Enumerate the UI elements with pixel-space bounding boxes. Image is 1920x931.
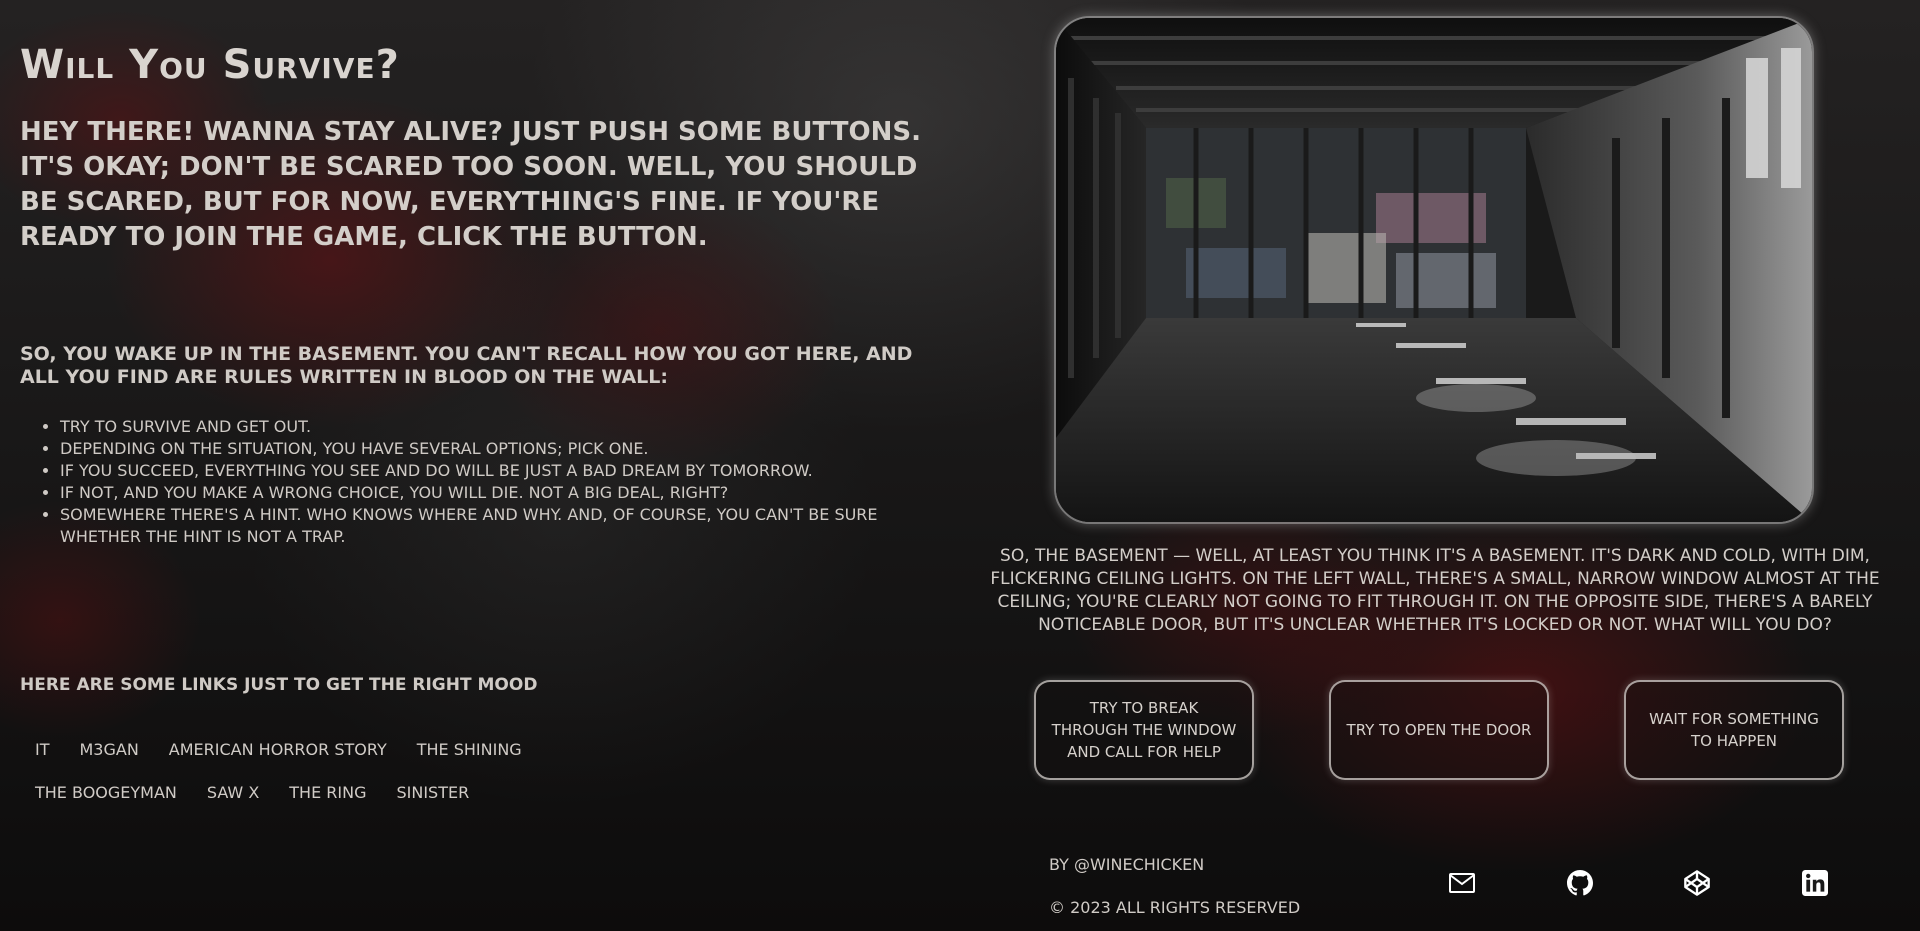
rule-item: Somewhere there's a hint. Who knows wher… — [60, 504, 940, 548]
links-heading: Here are some links just to get the righ… — [20, 675, 538, 695]
linkedin-icon[interactable] — [1800, 868, 1830, 898]
rule-item: If you succeed, everything you see and d… — [60, 460, 940, 482]
link-saw-x[interactable]: Saw X — [207, 783, 259, 802]
movie-links: It M3GAN American Horror Story The Shini… — [20, 728, 660, 814]
open-door-button[interactable]: Try to open the door — [1329, 680, 1549, 780]
rule-item: Depending on the situation, you have sev… — [60, 438, 940, 460]
rule-item: Try to survive and get out. — [60, 416, 940, 438]
codepen-icon[interactable] — [1682, 868, 1712, 898]
rules-list: Try to survive and get out. Depending on… — [20, 416, 940, 548]
scene-description: So, the basement — well, at least you th… — [990, 546, 1880, 635]
movie-links-row: The Boogeyman Saw X The Ring Sinister — [20, 771, 660, 814]
author-credit: by @winechicken — [1049, 855, 1205, 874]
link-sinister[interactable]: Sinister — [396, 783, 469, 802]
link-american-horror-story[interactable]: American Horror Story — [169, 740, 387, 759]
link-the-ring[interactable]: The Ring — [289, 783, 366, 802]
intro-text: Hey there! Wanna stay alive? Just push s… — [20, 117, 921, 252]
rule-item: If not, and you make a wrong choice, you… — [60, 482, 940, 504]
page-title: Will You Survive? — [20, 42, 400, 88]
link-the-shining[interactable]: The Shining — [417, 740, 522, 759]
wake-up-text: So, you wake up in the basement. You can… — [20, 343, 913, 388]
link-the-boogeyman[interactable]: The Boogeyman — [35, 783, 177, 802]
mail-icon[interactable] — [1447, 868, 1477, 898]
link-it[interactable]: It — [35, 740, 50, 759]
copyright-text: © 2023 All rights reserved — [1049, 898, 1301, 917]
github-icon[interactable] — [1565, 868, 1595, 898]
link-m3gan[interactable]: M3GAN — [80, 740, 139, 759]
movie-links-row: It M3GAN American Horror Story The Shini… — [20, 728, 660, 771]
wait-button[interactable]: Wait for something to happen — [1624, 680, 1844, 780]
abandoned-basement-image — [1054, 16, 1814, 524]
break-window-button[interactable]: Try to break through the window and call… — [1034, 680, 1254, 780]
